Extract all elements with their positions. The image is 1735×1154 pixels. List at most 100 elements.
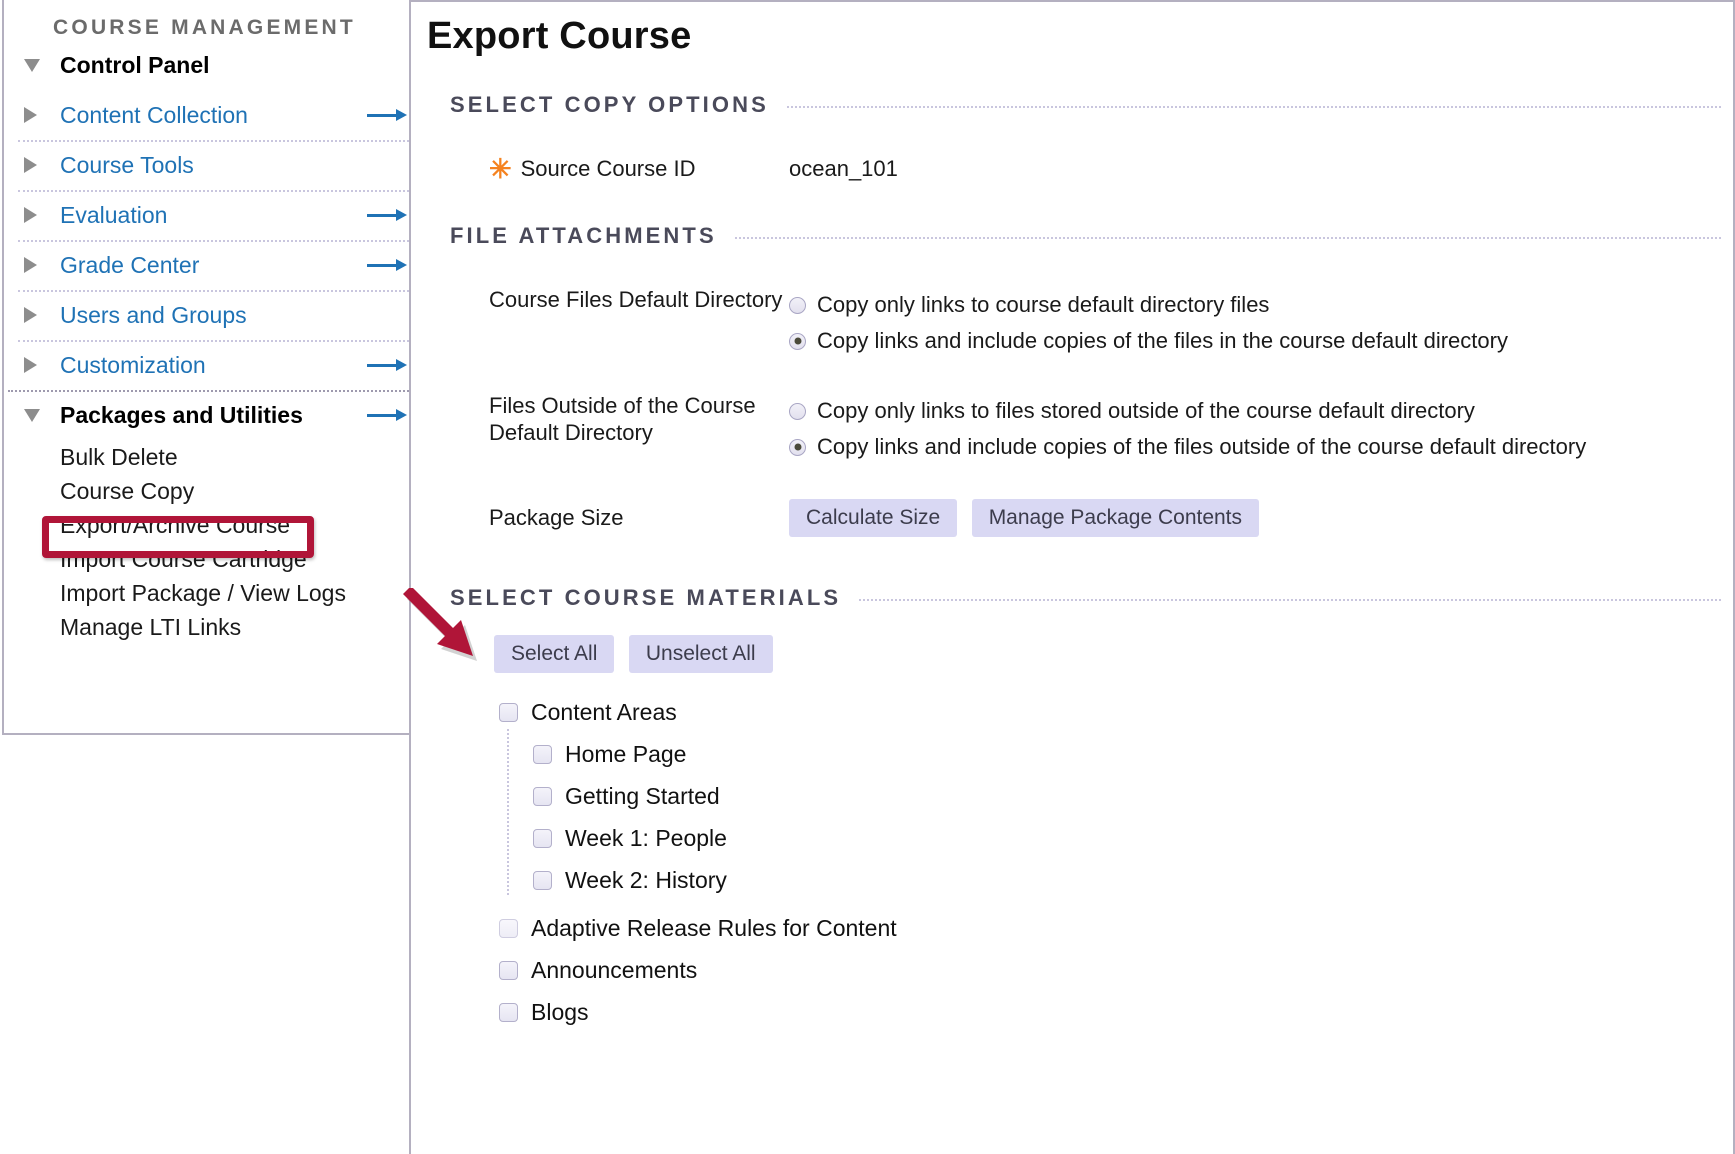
tree-item-home-page[interactable]: Home Page — [533, 733, 1733, 775]
section-rule — [786, 106, 1721, 108]
sidebar-subitem-course-copy[interactable]: Course Copy — [4, 474, 431, 508]
sidebar-item-customization[interactable]: Customization — [4, 340, 431, 390]
radio-label: Copy links and include copies of the fil… — [817, 328, 1508, 353]
sidebar-subitem-export-archive-course[interactable]: Export/Archive Course — [4, 508, 431, 542]
page-title: Export Course — [427, 15, 692, 57]
checkbox-unchecked-icon[interactable] — [499, 702, 518, 722]
checkbox-unchecked-icon[interactable] — [533, 828, 552, 848]
sidebar-item-evaluation[interactable]: Evaluation — [4, 190, 431, 240]
tree-item-label: Announcements — [531, 956, 698, 983]
checkbox-unchecked-icon[interactable] — [499, 960, 518, 980]
sidebar-item-label: Customization — [60, 351, 206, 378]
label-text: Source Course ID — [520, 156, 696, 181]
tree-item-week-1-people[interactable]: Week 1: People — [533, 817, 1733, 859]
source-course-id-label: ✳ Source Course ID — [489, 156, 789, 183]
group-label: Files Outside of the Course Default Dire… — [489, 393, 756, 445]
sidebar-item-label: Content Collection — [60, 101, 248, 128]
checkbox-unchecked-icon[interactable] — [499, 918, 518, 938]
manage-package-contents-button[interactable]: Manage Package Contents — [971, 499, 1260, 538]
course-materials-tree: Content Areas Home Page Getting Started … — [499, 691, 1733, 1033]
sidebar-item-label: Control Panel — [60, 51, 210, 78]
tree-item-adaptive-release-rules[interactable]: Adaptive Release Rules for Content — [499, 907, 1733, 949]
section-title: SELECT COURSE MATERIALS — [450, 585, 842, 611]
section-rule — [859, 599, 1721, 602]
tree-item-label: Week 2: History — [565, 866, 727, 893]
sidebar-item-packages-and-utilities[interactable]: Packages and Utilities — [4, 390, 431, 440]
group-label: Course Files Default Directory — [489, 287, 783, 312]
select-all-button[interactable]: Select All — [494, 635, 615, 674]
radio-unselected-icon[interactable] — [789, 296, 806, 314]
tree-item-announcements[interactable]: Announcements — [499, 949, 1733, 991]
radio-group: Copy only links to course default direct… — [789, 287, 1508, 359]
checkbox-unchecked-icon[interactable] — [499, 1002, 518, 1022]
radio-label: Copy only links to files stored outside … — [817, 398, 1475, 423]
tree-item-label: Week 1: People — [565, 824, 727, 851]
tree-item-blogs[interactable]: Blogs — [499, 991, 1733, 1033]
chevron-right-icon — [24, 207, 50, 223]
section-header-course-materials: SELECT COURSE MATERIALS — [450, 585, 1721, 611]
chevron-right-icon — [24, 157, 50, 173]
sidebar-subitem-bulk-delete[interactable]: Bulk Delete — [4, 440, 431, 474]
radio-option[interactable]: Copy only links to course default direct… — [789, 287, 1508, 323]
radio-selected-icon[interactable] — [789, 332, 806, 350]
tree-item-label: Adaptive Release Rules for Content — [531, 914, 897, 941]
chevron-right-icon — [24, 307, 50, 323]
sidebar-subitem-import-course-cartridge[interactable]: Import Course Cartridge — [4, 542, 431, 576]
sidebar-subitem-manage-lti-links[interactable]: Manage LTI Links — [4, 610, 431, 644]
tree-item-content-areas[interactable]: Content Areas — [499, 691, 1733, 733]
files-outside-course-default-directory-group: Files Outside of the Course Default Dire… — [489, 393, 1733, 465]
source-course-id-row: ✳ Source Course ID ocean_101 — [489, 156, 1733, 183]
section-header-file-attachments: FILE ATTACHMENTS — [450, 223, 1721, 249]
radio-option[interactable]: Copy only links to files stored outside … — [789, 393, 1586, 429]
go-arrow-icon[interactable] — [367, 207, 407, 223]
go-arrow-icon[interactable] — [367, 407, 407, 423]
radio-label: Copy only links to course default direct… — [817, 292, 1270, 317]
sidebar-item-content-collection[interactable]: Content Collection — [4, 90, 431, 140]
required-asterisk-icon: ✳ — [489, 154, 512, 184]
calculate-size-button[interactable]: Calculate Size — [789, 499, 958, 538]
radio-label: Copy links and include copies of the fil… — [817, 434, 1587, 459]
radio-unselected-icon[interactable] — [789, 402, 806, 420]
sidebar-item-users-and-groups[interactable]: Users and Groups — [4, 290, 431, 340]
screenshot-root: COURSE MANAGEMENT Control Panel Content … — [0, 0, 1735, 1154]
sidebar-item-label: Course Tools — [60, 151, 194, 178]
checkbox-unchecked-icon[interactable] — [533, 786, 552, 806]
checkbox-unchecked-icon[interactable] — [533, 870, 552, 890]
radio-option[interactable]: Copy links and include copies of the fil… — [789, 323, 1508, 359]
select-buttons-row: Select All Unselect All — [494, 635, 1733, 674]
radio-option[interactable]: Copy links and include copies of the fil… — [789, 429, 1586, 465]
source-course-id-value: ocean_101 — [789, 156, 898, 181]
section-title: FILE ATTACHMENTS — [450, 223, 717, 248]
section-header-copy-options: SELECT COPY OPTIONS — [450, 92, 1721, 118]
tree-item-getting-started[interactable]: Getting Started — [533, 775, 1733, 817]
package-size-label: Package Size — [489, 505, 624, 530]
radio-selected-icon[interactable] — [789, 438, 806, 456]
tree-item-week-2-history[interactable]: Week 2: History — [533, 859, 1733, 901]
sidebar-item-grade-center[interactable]: Grade Center — [4, 240, 431, 290]
sidebar-item-label: Evaluation — [60, 201, 168, 228]
chevron-down-icon — [24, 58, 50, 72]
package-size-row: Package Size Calculate Size Manage Packa… — [489, 499, 1733, 538]
checkbox-unchecked-icon[interactable] — [533, 744, 552, 764]
section-rule — [734, 237, 1721, 239]
go-arrow-icon[interactable] — [367, 107, 407, 123]
go-arrow-icon[interactable] — [367, 357, 407, 373]
sidebar-item-label: Grade Center — [60, 251, 200, 278]
chevron-right-icon — [24, 257, 50, 273]
sidebar-item-course-tools[interactable]: Course Tools — [4, 140, 431, 190]
go-arrow-icon[interactable] — [367, 257, 407, 273]
course-files-default-directory-group: Course Files Default Directory Copy only… — [489, 287, 1733, 359]
sidebar-item-control-panel[interactable]: Control Panel — [4, 40, 431, 90]
unselect-all-button[interactable]: Unselect All — [628, 635, 773, 674]
radio-group: Copy only links to files stored outside … — [789, 393, 1586, 465]
course-management-sidebar: COURSE MANAGEMENT Control Panel Content … — [2, 0, 433, 735]
chevron-right-icon — [24, 107, 50, 123]
tree-item-label: Getting Started — [565, 782, 720, 809]
chevron-down-icon — [24, 408, 50, 422]
package-size-buttons: Calculate Size Manage Package Contents — [789, 499, 1260, 538]
section-title: SELECT COPY OPTIONS — [450, 92, 769, 117]
tree-item-label: Content Areas — [531, 698, 677, 725]
sidebar-subitem-import-package-view-logs[interactable]: Import Package / View Logs — [4, 576, 431, 610]
sidebar-item-label: Users and Groups — [60, 301, 247, 328]
tree-item-label: Blogs — [531, 998, 589, 1025]
